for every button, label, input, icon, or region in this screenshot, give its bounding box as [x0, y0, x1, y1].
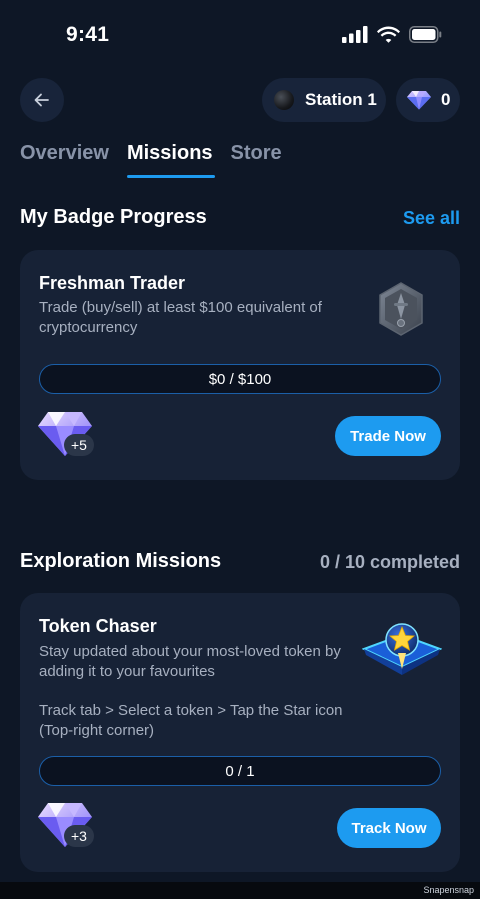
mission-card-title: Token Chaser	[39, 616, 157, 636]
missions-completed-count: 0 / 10 completed	[319, 552, 460, 572]
status-icons	[342, 26, 442, 43]
badge-progress-title: My Badge Progress	[20, 206, 207, 228]
tab-store[interactable]: Store	[231, 142, 282, 178]
star-badge-icon	[362, 623, 442, 675]
mission-card-instructions: Track tab > Select a token > Tap the Sta…	[39, 702, 343, 739]
tab-overview[interactable]: Overview	[20, 142, 109, 178]
badge-reward: +5	[36, 410, 116, 462]
badge-reward-amount: +5	[64, 434, 94, 456]
back-button[interactable]	[20, 78, 64, 122]
mission-tabs: Overview Missions Store	[20, 142, 282, 178]
badge-progress-bar: $0 / $100	[39, 364, 441, 394]
battery-icon	[409, 26, 442, 43]
gems-count: 0	[441, 90, 451, 109]
diamond-icon	[407, 91, 431, 110]
mission-progress-bar: 0 / 1	[39, 756, 441, 786]
mission-card-token-chaser: Token Chaser Stay updated about your mos…	[20, 593, 460, 872]
mission-reward: +3	[36, 801, 116, 853]
bottom-bar	[0, 882, 480, 899]
station-selector[interactable]: Station 1	[262, 78, 386, 122]
track-now-button[interactable]: Track Now	[337, 808, 441, 848]
status-time: 9:41	[66, 23, 110, 46]
trade-now-button[interactable]: Trade Now	[335, 416, 441, 456]
station-orb-icon	[274, 90, 294, 110]
mission-progress-text: 0 / 1	[225, 762, 255, 780]
mission-reward-amount: +3	[64, 825, 94, 847]
arrow-left-icon	[34, 93, 49, 107]
badge-progress-text: $0 / $100	[208, 370, 272, 388]
cellular-signal-icon	[342, 26, 368, 43]
badge-card-description: Trade (buy/sell) at least $100 equivalen…	[39, 299, 322, 336]
exploration-missions-title: Exploration Missions	[20, 550, 222, 572]
tab-missions[interactable]: Missions	[126, 142, 215, 178]
mission-card-description: Stay updated about your most-loved token…	[39, 643, 341, 680]
status-bar: 9:41	[0, 0, 480, 70]
wifi-icon	[377, 26, 400, 43]
badge-card-freshman-trader: Freshman Trader Trade (buy/sell) at leas…	[20, 250, 460, 480]
locked-badge-icon	[379, 282, 423, 336]
gems-balance[interactable]: 0	[396, 78, 460, 122]
station-label: Station 1	[305, 90, 377, 109]
see-all-link[interactable]: See all	[403, 208, 460, 229]
watermark: Snapensnap	[423, 885, 474, 895]
badge-card-title: Freshman Trader	[39, 273, 186, 293]
